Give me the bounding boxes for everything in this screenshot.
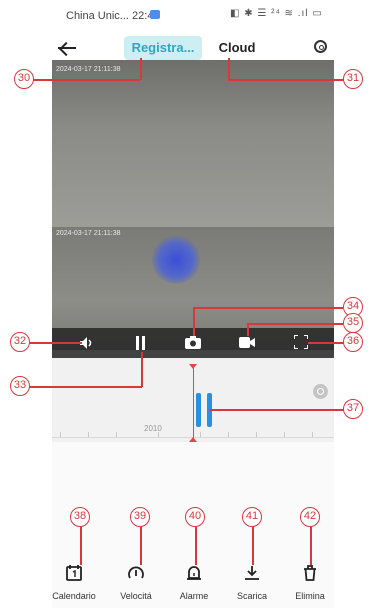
- speed-label: Velocitá: [120, 591, 152, 601]
- calendar-icon: [66, 565, 82, 581]
- callout-line: [247, 323, 249, 336]
- calendar-label: Calendario: [52, 591, 96, 601]
- callout-33: 33: [10, 376, 30, 396]
- snapshot-camera-icon[interactable]: [185, 336, 201, 349]
- callout-line: [28, 386, 142, 388]
- download-button[interactable]: Scarica: [222, 565, 282, 601]
- timeline-label: 2010: [144, 424, 162, 433]
- callout-line: [310, 527, 312, 565]
- callout-line: [252, 527, 254, 565]
- callout-line: [140, 58, 142, 80]
- callout-line: [193, 307, 195, 336]
- settings-icon[interactable]: [314, 40, 327, 53]
- callout-39: 39: [130, 507, 150, 527]
- light-spot: [152, 236, 200, 284]
- callout-37: 37: [343, 399, 363, 419]
- callout-32: 32: [10, 332, 30, 352]
- callout-line: [228, 79, 344, 81]
- callout-41: 41: [242, 507, 262, 527]
- calendar-button[interactable]: Calendario: [44, 565, 104, 601]
- delete-label: Elimina: [295, 591, 325, 601]
- callout-line: [193, 307, 343, 309]
- pause-icon[interactable]: [135, 336, 147, 350]
- tab-cloud[interactable]: Cloud: [214, 36, 260, 60]
- callout-line: [30, 342, 82, 344]
- status-icons: ◧ ✱ ☰ ²⁴ ≋ .ıl ▭: [230, 8, 323, 19]
- callout-30: 30: [14, 69, 34, 89]
- notification-icon: [150, 10, 160, 19]
- timeline-tick: [284, 432, 285, 437]
- back-arrow-icon[interactable]: [58, 40, 76, 54]
- callout-line: [141, 352, 143, 387]
- fullscreen-icon[interactable]: [294, 335, 308, 349]
- download-icon: [245, 566, 259, 580]
- status-bar: China Unic... 22:47 ◧ ✱ ☰ ²⁴ ≋ .ıl ▭: [0, 0, 384, 34]
- callout-line: [80, 527, 82, 565]
- callout-40: 40: [185, 507, 205, 527]
- record-video-icon[interactable]: [239, 337, 255, 348]
- callout-31: 31: [343, 69, 363, 89]
- delete-icon: [304, 565, 316, 581]
- alarm-button[interactable]: Alarme: [164, 565, 224, 601]
- callout-38: 38: [70, 507, 90, 527]
- carrier-time: China Unic... 22:47: [66, 10, 160, 22]
- timeline-cursor-marker: [189, 364, 197, 369]
- callout-35: 35: [343, 313, 363, 333]
- delete-button[interactable]: Elimina: [280, 565, 340, 601]
- tab-recording[interactable]: Registra...: [124, 36, 202, 60]
- speed-icon: [128, 566, 144, 579]
- callout-line: [228, 58, 230, 80]
- alarm-label: Alarme: [179, 591, 209, 601]
- video-timestamp: 2024-03-17 21:11:38: [56, 230, 121, 237]
- timeline-tick: [60, 432, 61, 437]
- download-label: Scarica: [236, 591, 267, 601]
- video-frame-top[interactable]: [52, 60, 334, 227]
- callout-line: [30, 79, 140, 81]
- callout-line: [140, 527, 142, 565]
- alarm-icon: [187, 566, 201, 580]
- callout-36: 36: [343, 332, 363, 352]
- speed-button[interactable]: Velocitá: [106, 565, 166, 601]
- timeline-tick: [312, 432, 313, 437]
- callout-42: 42: [300, 507, 320, 527]
- timeline-tick: [200, 432, 201, 437]
- timeline-cursor[interactable]: [193, 368, 194, 442]
- callout-line: [210, 409, 344, 411]
- timeline-tick: [228, 432, 229, 437]
- zoom-icon[interactable]: [313, 384, 328, 399]
- timeline-tick: [256, 432, 257, 437]
- callout-line: [195, 527, 197, 565]
- timeline-tick: [116, 432, 117, 437]
- timeline-tick: [88, 432, 89, 437]
- volume-icon[interactable]: [80, 337, 94, 349]
- recording-segment[interactable]: [196, 393, 201, 427]
- video-timestamp: 2024-03-17 21:11:38: [56, 66, 121, 73]
- callout-line: [308, 342, 344, 344]
- callout-line: [247, 323, 343, 325]
